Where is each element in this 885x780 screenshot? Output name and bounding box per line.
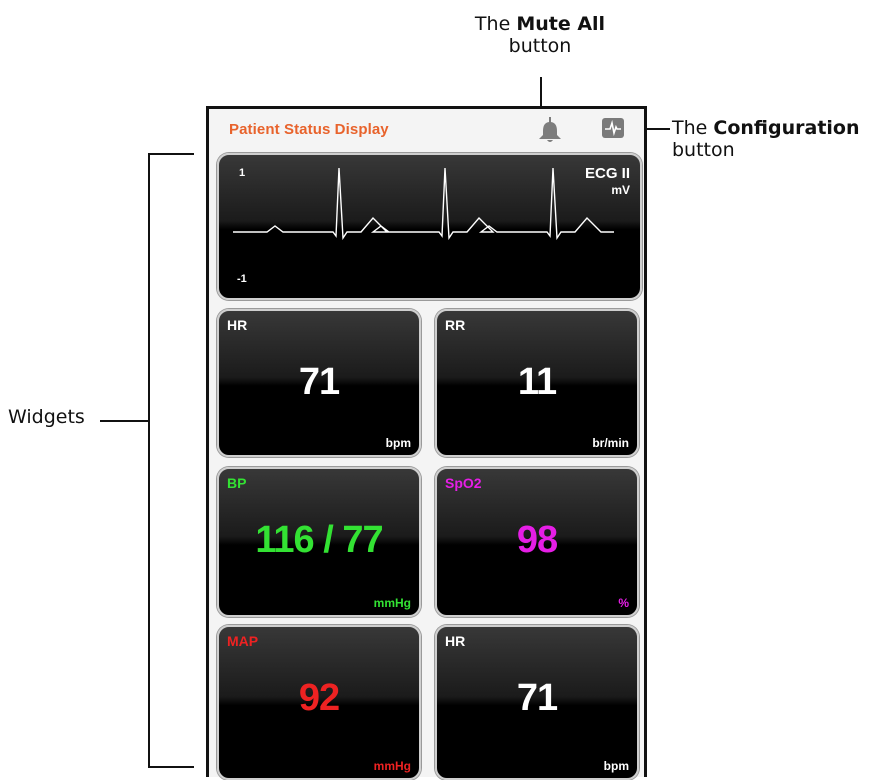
widget-label: HR [227,317,248,333]
widget-value: 11 [517,361,557,403]
widget-unit: % [618,596,629,610]
widget-label: MAP [227,633,259,649]
widgets-bracket-top [148,153,194,155]
patient-status-display-screen: Patient Status Display 1 -1 ECG II mV HR… [206,106,647,780]
callout-text: button [672,138,735,161]
widget-unit: bpm [385,436,411,450]
ecg-lead-label: ECG II [584,165,630,182]
configuration-callout: The Configuration button [672,117,882,162]
callout-bold: Configuration [713,117,860,139]
ecg-waveform [233,167,614,241]
callout-bold: Mute All [516,13,606,35]
widget-unit: mmHg [373,759,411,773]
spo2-widget[interactable]: SpO2 98 % [435,467,639,617]
waveform-icon [605,119,621,137]
widget-label: RR [445,317,466,333]
rr-widget[interactable]: RR 11 br/min [435,309,639,457]
ecg-scale-min: -1 [237,273,247,285]
widget-value: 71 [516,677,558,719]
ecg-scale-max: 1 [239,167,246,179]
callout-text: The [672,117,714,139]
widget-value: 116 / 77 [255,519,383,561]
mute-all-button[interactable] [535,117,565,145]
ecg-unit: mV [611,183,630,197]
widgets-bracket-vertical [148,153,150,767]
callout-text: The [474,13,517,35]
widget-unit: br/min [592,436,629,450]
ecg-widget[interactable]: 1 -1 ECG II mV [217,153,642,300]
widgets-bracket-bottom [148,766,194,768]
widget-value: 98 [516,519,558,561]
map-widget[interactable]: MAP 92 mmHg [217,625,421,780]
widget-value: 71 [298,361,340,403]
configuration-button[interactable] [602,118,624,138]
hr-widget[interactable]: HR 71 bpm [217,309,421,457]
bell-icon [539,117,561,142]
callout-text: button [508,34,572,57]
widget-label: HR [445,633,466,649]
widget-label: BP [227,475,247,491]
widget-unit: mmHg [373,596,411,610]
bp-widget[interactable]: BP 116 / 77 mmHg [217,467,421,617]
widget-value: 92 [298,677,340,719]
widget-unit: bpm [603,759,629,773]
hr-widget[interactable]: HR 71 bpm [435,625,639,780]
app-title: Patient Status Display [229,121,389,138]
widgets-callout-line [100,420,150,422]
mute-all-callout: The Mute All button [455,13,625,58]
widget-label: SpO2 [445,475,482,491]
widgets-callout: Widgets [8,406,85,428]
